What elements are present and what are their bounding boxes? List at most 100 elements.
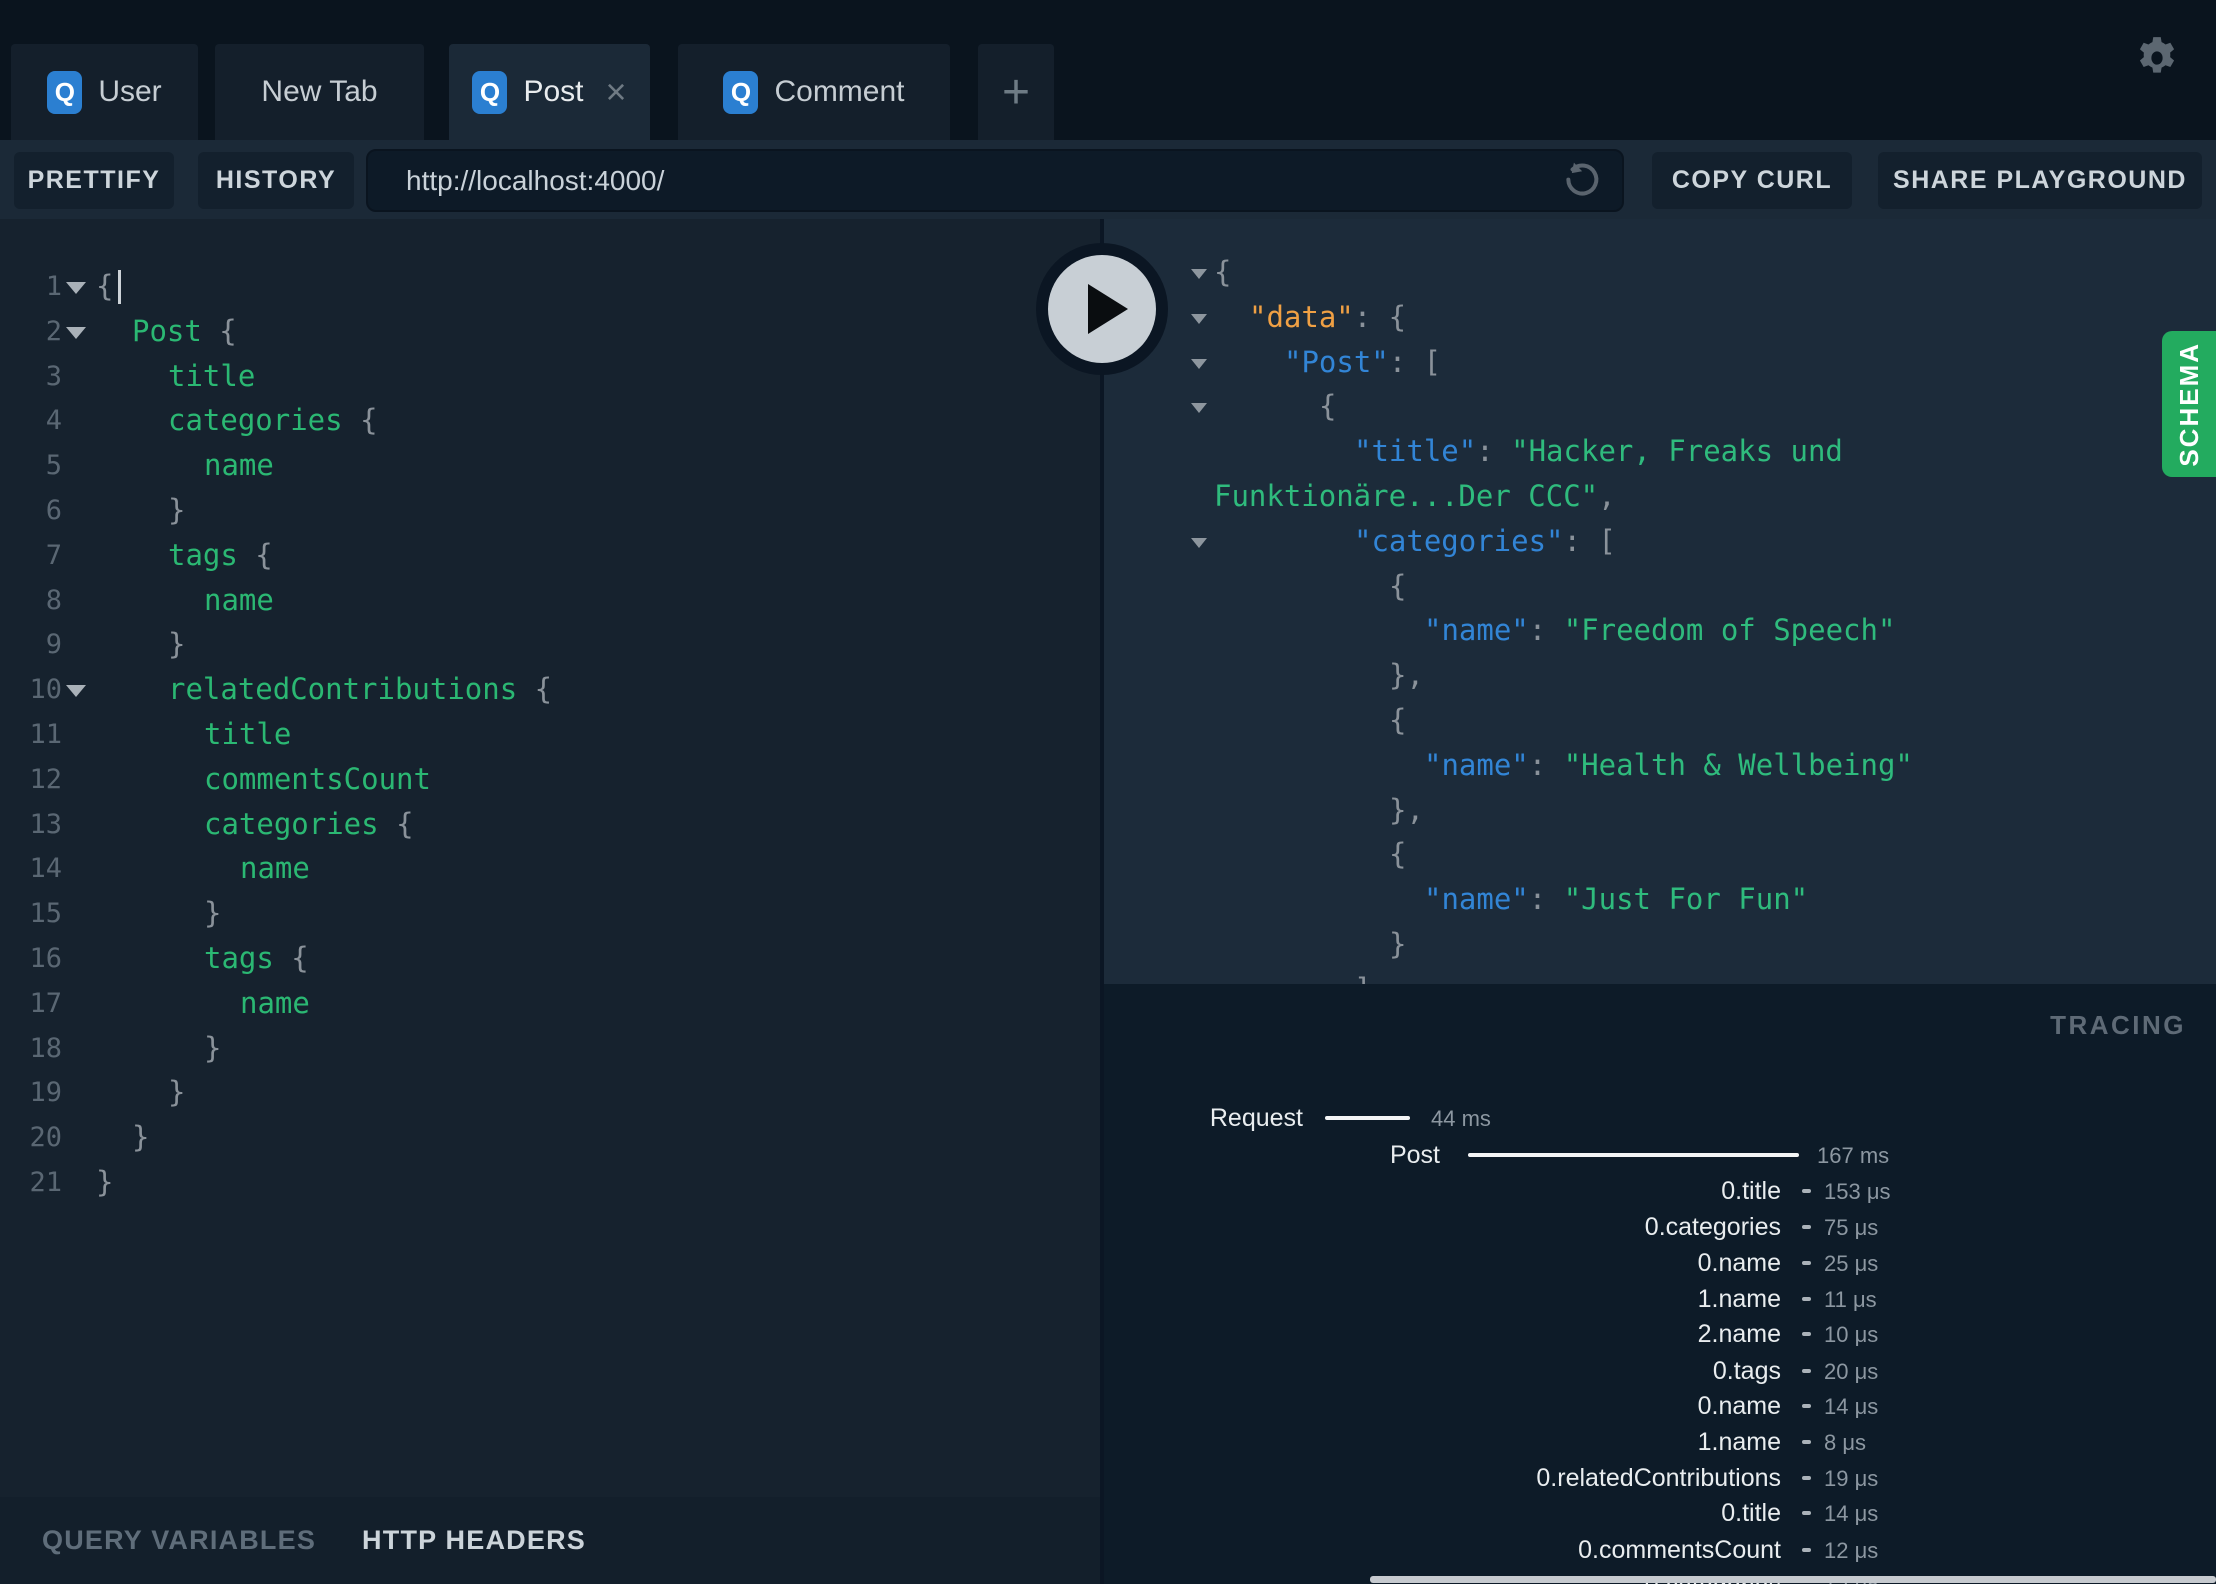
tracing-dash-icon	[1802, 1332, 1811, 1336]
editor-line: 12 commentsCount	[0, 757, 1100, 802]
editor-line: 2 Post {	[0, 309, 1100, 354]
tracing-duration-bar	[1468, 1153, 1799, 1157]
code-text: categories {	[168, 403, 378, 438]
code-text: }	[168, 493, 186, 527]
tab-comment[interactable]: Q Comment	[678, 44, 950, 140]
editor-line: 5 name	[0, 443, 1100, 488]
history-button[interactable]: HISTORY	[198, 152, 354, 209]
code-text: "title": "Hacker, Freaks und	[1354, 434, 1843, 469]
response-line: "Post": [	[1104, 340, 2216, 385]
endpoint-url-bar	[366, 149, 1624, 212]
line-number: 15	[29, 898, 62, 930]
tracing-row-time: 20 μs	[1824, 1359, 1879, 1384]
endpoint-url-input[interactable]	[406, 164, 1558, 197]
execute-query-button[interactable]	[1036, 243, 1168, 375]
tab-label: Comment	[774, 75, 905, 108]
tracing-row-label: 0.name	[1697, 1392, 1781, 1420]
copy-curl-button[interactable]: COPY CURL	[1652, 152, 1852, 209]
line-number: 8	[45, 584, 62, 616]
tracing-row-time: 75 μs	[1824, 1215, 1879, 1240]
line-number: 4	[45, 405, 62, 437]
code-text: ]	[1354, 967, 1371, 984]
code-text: "Post": [	[1284, 344, 1442, 379]
editor-line: 1{	[0, 264, 1100, 309]
tab-post[interactable]: Q Post ×	[449, 44, 650, 140]
fold-arrow-icon[interactable]	[66, 282, 86, 294]
editor-line: 19}	[0, 1070, 1100, 1115]
response-line: {	[1104, 564, 2216, 609]
refresh-schema-icon[interactable]	[1558, 158, 1604, 204]
editor-footer: QUERY VARIABLES HTTP HEADERS	[0, 1497, 1100, 1584]
editor-line: 13 categories {	[0, 802, 1100, 847]
line-number: 7	[45, 539, 62, 571]
plus-icon: +	[1001, 65, 1031, 119]
response-line: "title": "Hacker, Freaks und	[1104, 429, 2216, 474]
editor-line: 11 title	[0, 712, 1100, 757]
tab-new-tab[interactable]: New Tab	[215, 44, 424, 140]
tracing-row-time: 14 μs	[1824, 1394, 1879, 1419]
tracing-horizontal-scrollbar[interactable]	[1370, 1576, 2216, 1583]
fold-arrow-icon[interactable]	[1191, 313, 1207, 324]
fold-arrow-icon[interactable]	[1191, 269, 1207, 279]
response-line: },	[1104, 653, 2216, 698]
schema-sidebar-tab[interactable]: SCHEMA	[2162, 331, 2216, 477]
query-editor[interactable]: 1{2 Post {3 title 4 categories {5 name 6} 7 tags…	[0, 219, 1100, 1497]
fold-arrow-icon[interactable]	[66, 685, 86, 698]
tracing-dash-icon	[1802, 1369, 1811, 1373]
fold-arrow-icon[interactable]	[1191, 537, 1207, 548]
tracing-dash-icon	[1802, 1548, 1811, 1552]
line-number: 2	[45, 315, 62, 347]
editor-line: 18}	[0, 1026, 1100, 1071]
http-headers-tab[interactable]: HTTP HEADERS	[362, 1525, 586, 1556]
tracing-row-time: 153 μs	[1824, 1179, 1891, 1204]
line-number: 12	[29, 763, 62, 795]
fold-arrow-icon[interactable]	[1191, 358, 1207, 369]
settings-gear-icon[interactable]	[2132, 33, 2182, 83]
editor-line: 20}	[0, 1115, 1100, 1160]
response-line: },	[1104, 788, 2216, 833]
play-icon	[1088, 284, 1128, 334]
new-tab-button[interactable]: +	[978, 44, 1054, 140]
tracing-row-time: 14 μs	[1824, 1501, 1879, 1526]
response-line: {	[1104, 698, 2216, 743]
tracing-dash-icon	[1802, 1189, 1811, 1193]
fold-arrow-icon[interactable]	[1191, 403, 1207, 414]
play-button-circle	[1048, 255, 1156, 363]
code-text: "name": "Health & Wellbeing"	[1424, 747, 1913, 782]
editor-line: 14 name	[0, 846, 1100, 891]
tab-user[interactable]: Q User	[11, 44, 198, 140]
tab-label: User	[98, 75, 162, 108]
tracing-row-label: Request	[1209, 1104, 1303, 1132]
tracing-row-label: 0.categories	[1644, 1213, 1781, 1241]
response-line: {	[1104, 384, 2216, 429]
tracing-dash-icon	[1802, 1261, 1811, 1265]
prettify-button[interactable]: PRETTIFY	[14, 152, 174, 209]
editor-line: 17 name	[0, 981, 1100, 1026]
code-text: title	[168, 358, 256, 393]
fold-arrow-icon[interactable]	[66, 326, 86, 339]
code-text: }	[168, 1075, 186, 1110]
query-variables-tab[interactable]: QUERY VARIABLES	[42, 1525, 316, 1556]
line-number: 10	[29, 674, 62, 706]
response-line: }	[1104, 922, 2216, 967]
line-number: 13	[29, 808, 62, 840]
tracing-row-label: 0.tags	[1712, 1357, 1781, 1385]
tracing-dash-icon	[1802, 1511, 1811, 1515]
tracing-dash-icon	[1802, 1297, 1811, 1301]
code-text: "name": "Freedom of Speech"	[1424, 613, 1896, 648]
code-text: categories {	[204, 806, 414, 841]
tracing-row-time: 8 μs	[1824, 1430, 1867, 1455]
tracing-panel: TRACING Request 44 ms Post 167 ms 0.title 153…	[1104, 984, 2216, 1584]
close-tab-icon[interactable]: ×	[606, 74, 627, 110]
response-line: "categories": [	[1104, 519, 2216, 564]
code-text: },	[1389, 792, 1424, 827]
tracing-row-time: 19 μs	[1824, 1466, 1879, 1491]
code-text: }	[96, 1165, 114, 1199]
code-text: name	[240, 985, 310, 1020]
code-text: tags {	[168, 537, 273, 572]
response-line: "name": "Health & Wellbeing"	[1104, 743, 2216, 788]
query-badge-icon: Q	[723, 70, 759, 114]
text-cursor	[118, 270, 121, 304]
share-playground-button[interactable]: SHARE PLAYGROUND	[1878, 152, 2202, 209]
response-line: {	[1104, 832, 2216, 877]
